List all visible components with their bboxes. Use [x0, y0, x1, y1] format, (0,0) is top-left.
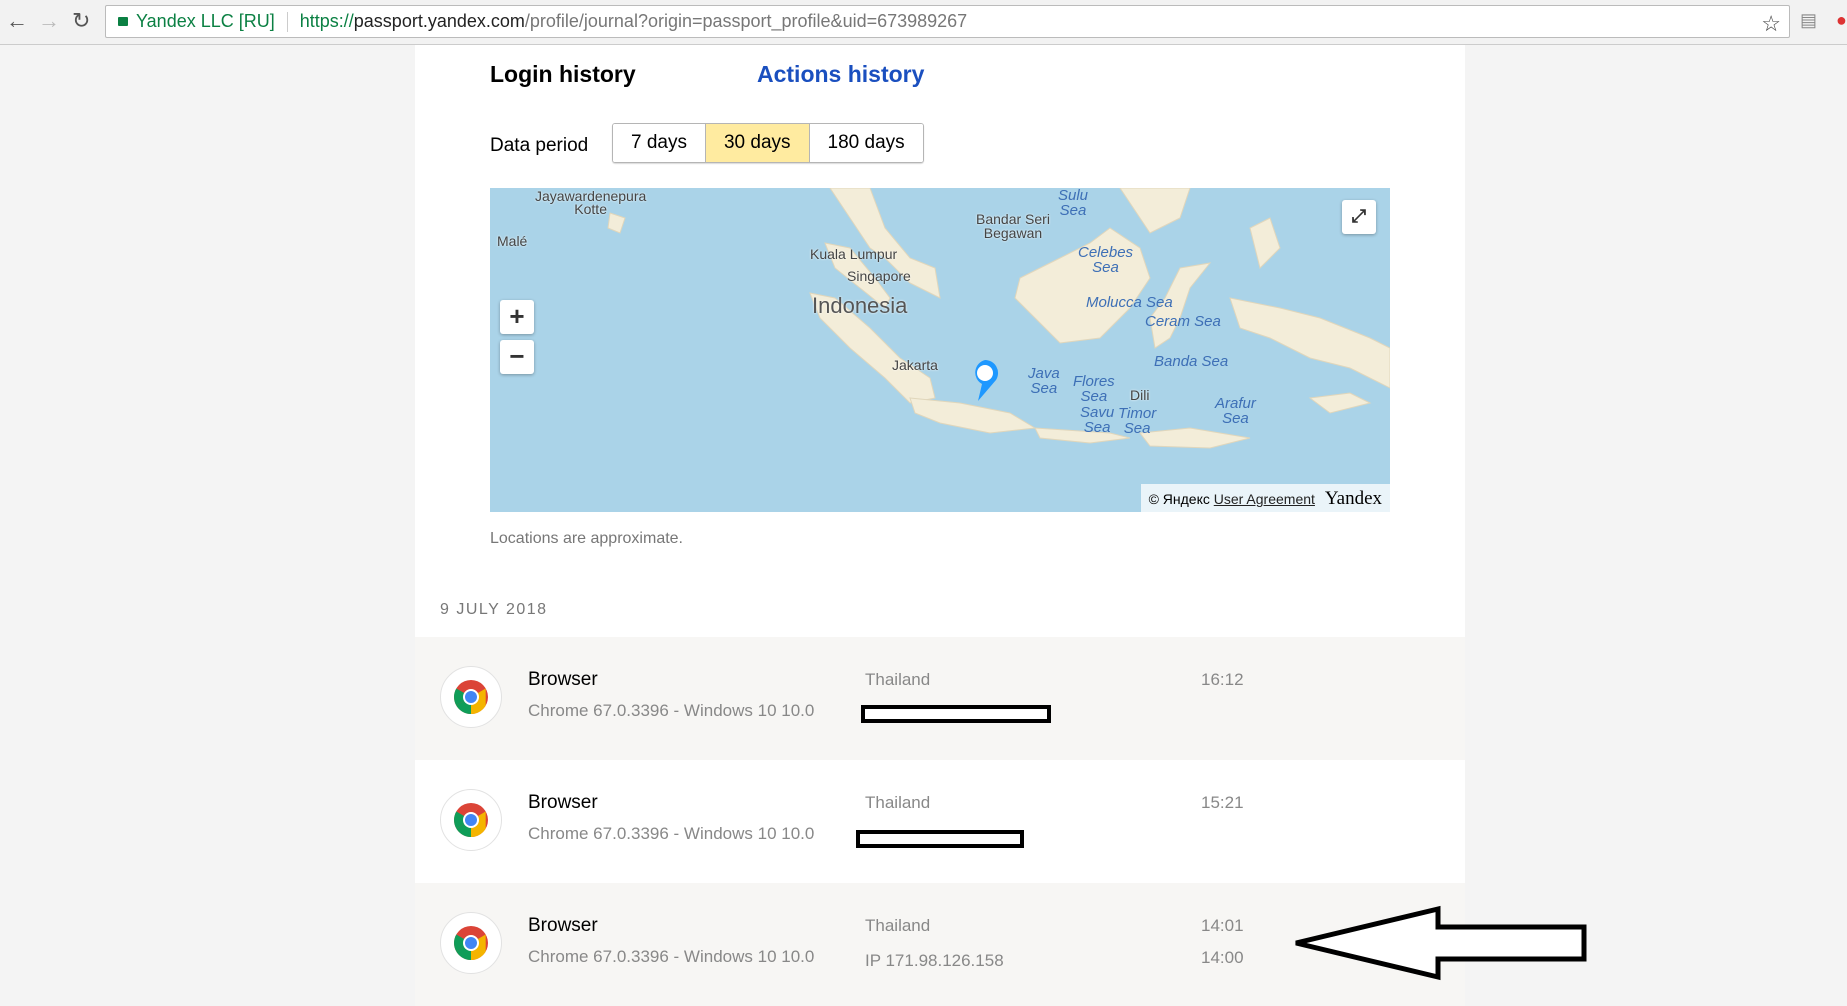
extension-page-icon[interactable]: ▤ [1800, 10, 1817, 31]
period-30-days[interactable]: 30 days [705, 124, 810, 162]
map-sea-sulu: Sulu Sea [1058, 188, 1089, 219]
content-panel: Login history Actions history Data perio… [415, 45, 1465, 1006]
entry-title: Browser [528, 792, 598, 813]
map-label-dili: Dili [1130, 387, 1150, 403]
entry-detail: Chrome 67.0.3396 - Windows 10 10.0 [528, 701, 815, 720]
back-icon[interactable]: ← [6, 8, 28, 34]
map-sea-java: Java Sea [1028, 365, 1060, 397]
tab-actions-history[interactable]: Actions history [757, 61, 924, 88]
chrome-icon [440, 912, 502, 974]
tab-login-history[interactable]: Login history [490, 61, 636, 88]
user-agreement-link[interactable]: User Agreement [1214, 491, 1315, 507]
period-selector: 7 days 30 days 180 days [612, 123, 924, 163]
map-label-kotte: Jayawardenepura Kotte [535, 188, 647, 217]
entry-country: Thailand [865, 916, 931, 935]
map-label-jakarta: Jakarta [892, 357, 938, 373]
map-sea-timor: Timor Sea [1118, 405, 1157, 437]
extension-icon[interactable]: ● [1836, 10, 1847, 31]
map-land [607, 188, 1390, 449]
annotation-arrow-icon [1295, 905, 1587, 981]
redaction-box [856, 830, 1024, 848]
entry-time-secondary: 14:00 [1201, 948, 1244, 967]
entry-time: 16:12 [1201, 670, 1244, 689]
map-label-kuala-lumpur: Kuala Lumpur [810, 246, 898, 262]
url-host: passport.yandex.com [353, 11, 525, 31]
entry-country: Thailand [865, 670, 931, 689]
location-pin-icon[interactable] [968, 358, 1002, 404]
zoom-in-button[interactable]: + [500, 300, 534, 334]
map-label-indonesia: Indonesia [812, 293, 908, 318]
map-sea-ceram: Ceram Sea [1145, 313, 1221, 330]
chrome-icon [440, 789, 502, 851]
login-entry[interactable]: Browser Chrome 67.0.3396 - Windows 10 10… [415, 637, 1465, 760]
bookmark-star-icon[interactable]: ☆ [1761, 8, 1781, 39]
locations-note: Locations are approximate. [490, 530, 683, 547]
browser-toolbar: ← → ↻ Yandex LLC [RU] https://passport.ya… [0, 0, 1847, 45]
date-header: 9 JULY 2018 [440, 601, 548, 618]
entry-detail: Chrome 67.0.3396 - Windows 10 10.0 [528, 947, 815, 966]
security-label: Yandex LLC [RU] [136, 11, 275, 31]
entry-title: Browser [528, 915, 598, 936]
entry-detail: Chrome 67.0.3396 - Windows 10 10.0 [528, 824, 815, 843]
map[interactable]: Jayawardenepura Kotte Malé Kuala Lumpur … [490, 188, 1390, 512]
entry-time: 14:01 [1201, 916, 1244, 935]
map-sea-banda: Banda Sea [1154, 353, 1229, 370]
entry-title: Browser [528, 669, 598, 690]
map-copyright: © Яндекс User Agreement Yandex [1140, 484, 1390, 512]
lock-icon [118, 17, 128, 26]
login-entry[interactable]: Browser Chrome 67.0.3396 - Windows 10 10… [415, 760, 1465, 883]
map-sea-arafura: Arafur Sea [1215, 395, 1256, 427]
map-sea-savu: Savu Sea [1080, 404, 1115, 436]
map-sea-flores: Flores Sea [1073, 373, 1115, 405]
reload-icon[interactable]: ↻ [72, 8, 90, 34]
forward-icon[interactable]: → [38, 8, 60, 34]
zoom-out-button[interactable]: − [500, 340, 534, 374]
url-path: /profile/journal?origin=passport_profile… [524, 11, 968, 31]
address-bar[interactable]: Yandex LLC [RU] https://passport.yandex.c… [105, 5, 1790, 38]
period-7-days[interactable]: 7 days [613, 124, 706, 162]
yandex-logo: Yandex [1324, 488, 1382, 509]
fullscreen-icon[interactable]: ⤢ [1342, 200, 1376, 234]
map-sea-celebes: Celebes Sea [1078, 244, 1134, 276]
period-180-days[interactable]: 180 days [809, 124, 923, 162]
map-label-bandar-seri-begawan: Bandar Seri Begawan [976, 211, 1050, 241]
copyright-text: © Яндекс [1148, 491, 1210, 507]
map-label-singapore: Singapore [847, 268, 911, 284]
url-scheme: https:// [299, 11, 354, 31]
entry-time: 15:21 [1201, 793, 1244, 812]
map-sea-molucca: Molucca Sea [1086, 294, 1173, 311]
redaction-box [861, 705, 1051, 723]
entry-ip: IP 171.98.126.158 [865, 951, 1004, 970]
map-label-male: Malé [497, 233, 528, 249]
period-label: Data period [490, 135, 589, 156]
chrome-icon [440, 666, 502, 728]
entry-country: Thailand [865, 793, 931, 812]
